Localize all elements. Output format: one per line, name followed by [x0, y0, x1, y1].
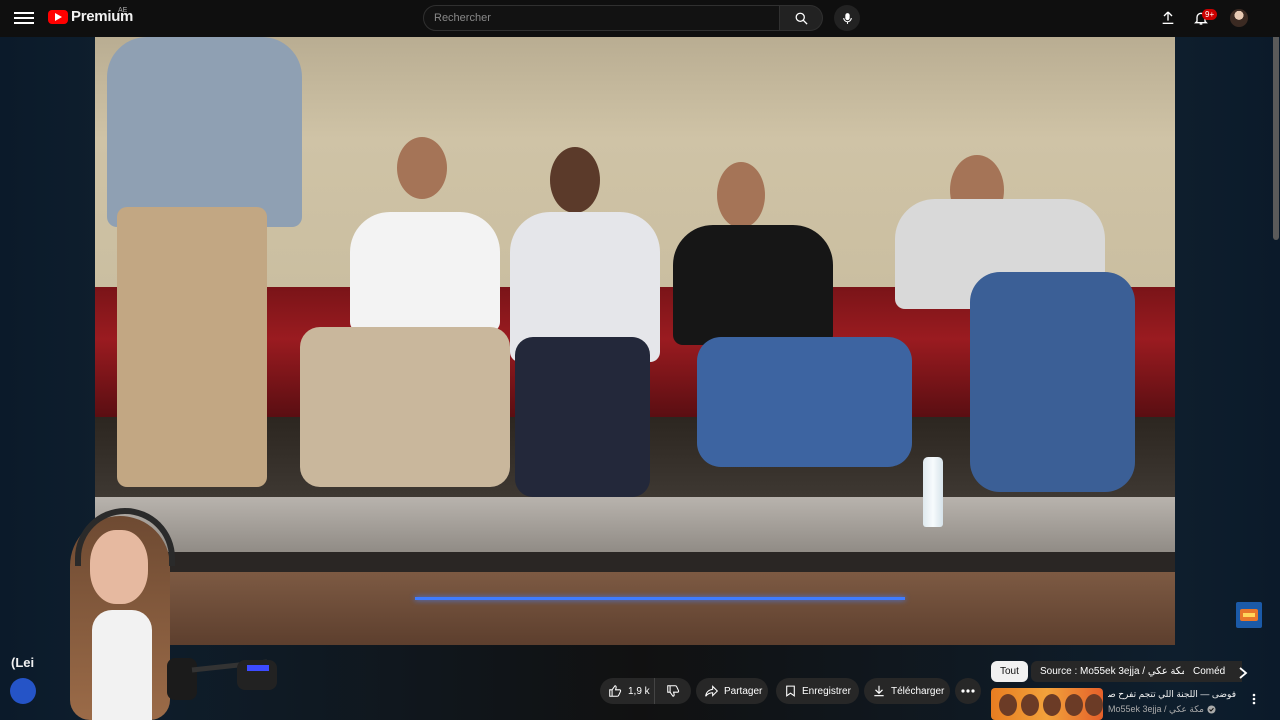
- save-label: Enregistrer: [802, 685, 851, 697]
- dislike-button[interactable]: [655, 678, 691, 704]
- bookmark-icon: [786, 685, 795, 697]
- share-button[interactable]: Partager: [696, 678, 768, 704]
- search-button[interactable]: [780, 5, 823, 31]
- chip-source[interactable]: Source : Mo55ek 3ejja / مكة عكي: [1031, 661, 1196, 682]
- upload-icon: [1162, 11, 1174, 24]
- video-person-standing-legs: [117, 207, 267, 487]
- video-person-head: [397, 137, 447, 199]
- search-bar: [423, 5, 823, 31]
- video-frame-light-strip: [415, 597, 905, 600]
- video-title: (Lei: [11, 655, 35, 670]
- webcam-microphone-icon: [167, 658, 277, 700]
- menu-icon[interactable]: [14, 9, 34, 29]
- youtube-play-icon: [48, 9, 68, 24]
- download-icon: [874, 685, 884, 697]
- video-person-beige-pants: [300, 327, 510, 487]
- top-bar: Premium AE 9+: [0, 0, 1280, 37]
- video-person-standing: [107, 37, 302, 227]
- chips-next-button[interactable]: [1234, 664, 1252, 682]
- thumbs-up-icon: [609, 685, 622, 697]
- chip-all[interactable]: Tout: [991, 661, 1028, 682]
- verified-icon: [1207, 705, 1216, 714]
- video-water-bottle: [923, 457, 943, 527]
- search-icon: [795, 12, 808, 25]
- voice-search-button[interactable]: [834, 5, 860, 31]
- download-button[interactable]: Télécharger: [864, 678, 950, 704]
- video-person-white-shirt: [350, 212, 500, 332]
- thumbs-down-icon: [667, 685, 680, 697]
- video-person-jeans: [515, 337, 650, 497]
- search-input[interactable]: [423, 5, 780, 31]
- like-dislike-group: 1,9 k: [600, 678, 691, 704]
- recommended-channel[interactable]: Mo55ek 3ejja / مكة عكي: [1108, 704, 1216, 715]
- share-icon: [705, 685, 719, 697]
- microphone-icon: [842, 12, 852, 24]
- video-person-blue-jeans: [697, 337, 912, 467]
- recommended-title[interactable]: فوضى — اللجنة اللي تتجم تفرح صدقاتك: [1108, 689, 1236, 700]
- notification-badge: 9+: [1202, 9, 1218, 20]
- more-actions-button[interactable]: [955, 678, 981, 704]
- video-person-black-tee: [673, 225, 833, 345]
- watermark-icon: [1240, 609, 1258, 621]
- video-person-head: [717, 162, 765, 228]
- webcam-overlay: [32, 500, 277, 720]
- more-horizontal-icon: [961, 689, 975, 693]
- scrollbar-thumb[interactable]: [1273, 10, 1279, 240]
- channel-watermark[interactable]: [1236, 602, 1262, 628]
- channel-avatar[interactable]: [10, 678, 36, 704]
- save-button[interactable]: Enregistrer: [776, 678, 859, 704]
- recommended-more-button[interactable]: [1247, 690, 1261, 708]
- account-avatar[interactable]: [1230, 9, 1248, 27]
- like-count: 1,9 k: [628, 685, 650, 697]
- youtube-premium-logo[interactable]: Premium AE: [48, 7, 133, 25]
- upload-button[interactable]: [1158, 8, 1178, 28]
- webcam-person-top: [92, 610, 152, 720]
- video-person-grey-jeans: [970, 272, 1135, 492]
- download-label: Télécharger: [891, 685, 945, 697]
- chevron-right-icon: [1239, 667, 1248, 679]
- webcam-headset: [75, 508, 175, 566]
- more-vertical-icon: [1252, 693, 1256, 705]
- logo-country-code: AE: [118, 7, 128, 14]
- share-label: Partager: [724, 685, 763, 697]
- like-button[interactable]: 1,9 k: [600, 678, 655, 704]
- page-scrollbar[interactable]: [1272, 0, 1280, 720]
- video-person-head: [550, 147, 600, 213]
- recommended-thumbnail[interactable]: [991, 688, 1103, 720]
- recommended-channel-name: Mo55ek 3ejja / مكة عكي: [1108, 704, 1205, 714]
